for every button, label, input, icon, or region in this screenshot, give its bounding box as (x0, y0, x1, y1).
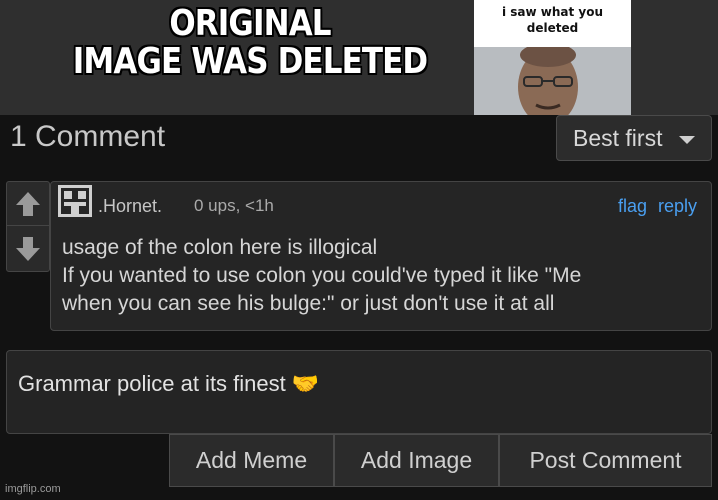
meme-caption: ORIGINAL IMAGE WAS DELETED (61, 5, 439, 81)
comment-text-line: If you wanted to use colon you could've … (62, 264, 582, 287)
comment-text-line: usage of the colon here is illogical (62, 236, 378, 259)
vote-controls (6, 181, 50, 272)
upvote-button[interactable] (7, 182, 49, 226)
comment-card: .Hornet. 0 ups, <1h flag reply usage of … (50, 181, 712, 331)
arrow-up-icon (16, 191, 40, 216)
arrow-down-icon (16, 237, 40, 261)
add-image-button[interactable]: Add Image (334, 434, 499, 487)
sort-select[interactable]: Best first (556, 115, 712, 161)
avatar[interactable] (58, 185, 92, 217)
caret-down-icon (679, 136, 695, 144)
caption-line-1: ORIGINAL (169, 3, 331, 44)
reply-actions: Add Meme Add Image Post Comment (169, 434, 712, 487)
sort-label: Best first (573, 124, 663, 151)
comment-username[interactable]: .Hornet. (98, 196, 162, 217)
watermark: imgflip.com (5, 483, 61, 495)
reply-text: Grammar police at its finest (18, 371, 286, 396)
comment-text: usage of the colon here is illogical If … (62, 234, 702, 318)
add-meme-button[interactable]: Add Meme (169, 434, 334, 487)
caption-line-2: IMAGE WAS DELETED (72, 41, 428, 82)
reply-link[interactable]: reply (658, 196, 697, 217)
comment-meta: 0 ups, <1h (194, 196, 274, 215)
downvote-button[interactable] (7, 227, 49, 271)
reply-textarea[interactable]: Grammar police at its finest 🤝 (6, 350, 712, 434)
handshake-emoji: 🤝 (291, 371, 320, 396)
post-comment-button[interactable]: Post Comment (499, 434, 712, 487)
comment-text-line: when you can see his bulge:" or just don… (62, 292, 555, 315)
inset-meme-image: i saw what you deleted (474, 0, 631, 128)
inset-caption-line-1: i saw what you (501, 5, 604, 19)
flag-link[interactable]: flag (618, 196, 647, 217)
inset-caption: i saw what you deleted (474, 4, 631, 36)
inset-caption-line-2: deleted (526, 21, 579, 35)
comment-count: 1 Comment (10, 120, 166, 153)
